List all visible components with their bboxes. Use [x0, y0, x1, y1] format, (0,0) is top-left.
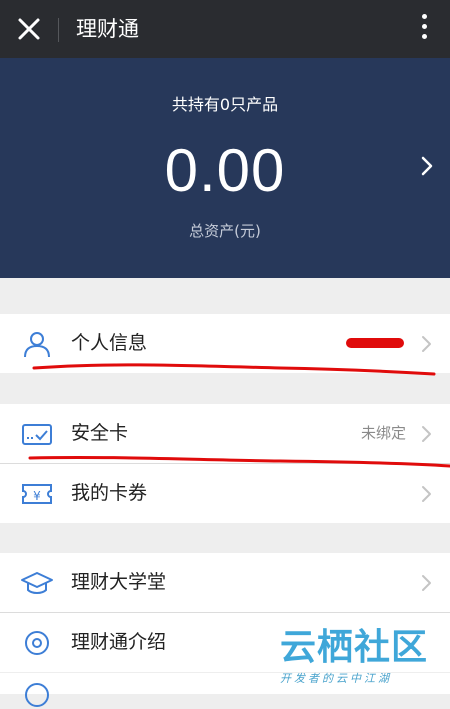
coupon-icon: ¥: [22, 484, 52, 504]
menu-item-label: 个人信息: [71, 332, 148, 354]
card-icon: [22, 424, 52, 445]
menu-item-university[interactable]: 理财大学堂: [0, 553, 450, 612]
holding-count-text: 共持有0只产品: [171, 95, 279, 114]
menu-item-label: 理财大学堂: [71, 571, 167, 593]
title-divider: [58, 18, 59, 42]
chevron-right-icon: [422, 426, 431, 442]
total-assets-amount: 0.00: [164, 137, 286, 204]
menu-item-label: 我的卡券: [71, 482, 148, 504]
close-button[interactable]: [14, 14, 44, 44]
menu-item-security-card[interactable]: 安全卡 未绑定: [0, 404, 450, 463]
info-icon: [25, 683, 49, 707]
info-icon: [25, 631, 49, 655]
menu-item-label: 安全卡: [71, 422, 129, 444]
redacted-name-mark: [346, 338, 404, 348]
page-title: 理财通: [76, 17, 139, 41]
top-bar: 理财通: [0, 0, 450, 58]
chevron-right-icon: [422, 336, 431, 352]
chevron-right-icon: [422, 575, 431, 591]
binding-status: 未绑定: [360, 424, 406, 442]
menu-item-label: 理财通介绍: [71, 631, 167, 653]
more-vertical-icon[interactable]: [418, 14, 430, 44]
asset-summary-card[interactable]: 共持有0只产品 0.00 总资产(元): [0, 58, 450, 278]
close-icon: [18, 18, 40, 40]
watermark-subtitle: 开发者的云中江湖: [280, 672, 392, 685]
user-icon: [24, 332, 50, 358]
graduation-cap-icon: [21, 572, 53, 594]
svg-text:¥: ¥: [33, 489, 41, 503]
chevron-right-icon: [422, 486, 431, 502]
watermark-logo: 云栖社区 开发者的云中江湖: [272, 624, 450, 694]
total-assets-caption: 总资产(元): [189, 222, 261, 240]
chevron-right-icon[interactable]: [420, 154, 434, 178]
menu-item-coupons[interactable]: ¥ 我的卡券: [0, 464, 450, 523]
watermark-title: 云栖社区: [280, 627, 429, 668]
